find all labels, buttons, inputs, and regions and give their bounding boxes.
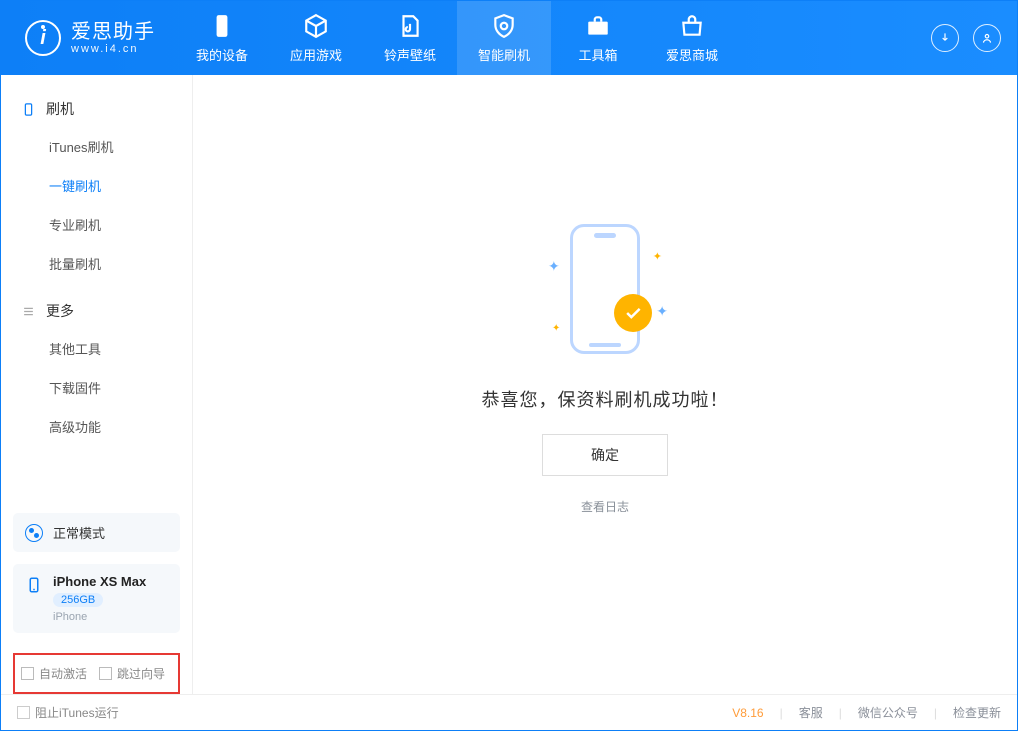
main-content: ✦ ✦ ✦ ✦ 恭喜您，保资料刷机成功啦！ 确定 查看日志 — [193, 75, 1017, 694]
checkbox-skip-guide[interactable]: 跳过向导 — [99, 665, 165, 682]
sidebar-section-more: 更多 — [1, 293, 192, 329]
header-actions — [931, 1, 1017, 75]
tab-toolbox[interactable]: 工具箱 — [551, 1, 645, 75]
section-title: 更多 — [46, 301, 74, 321]
footer-link-support[interactable]: 客服 — [799, 704, 823, 721]
phone-icon — [209, 13, 235, 39]
sparkle-icon: ✦ — [552, 323, 560, 334]
success-message: 恭喜您，保资料刷机成功啦！ — [482, 386, 729, 412]
phone-outline-icon — [25, 576, 43, 594]
version-label: V8.16 — [732, 706, 763, 720]
phone-outline-icon — [570, 224, 640, 354]
tab-store[interactable]: 爱思商城 — [645, 1, 739, 75]
sidebar-items-flash: iTunes刷机 一键刷机 专业刷机 批量刷机 — [1, 127, 192, 293]
checkbox-auto-activate[interactable]: 自动激活 — [21, 665, 87, 682]
shield-refresh-icon — [491, 13, 517, 39]
checkbox-icon — [99, 667, 112, 680]
tab-apps-games[interactable]: 应用游戏 — [269, 1, 363, 75]
checkbox-icon — [17, 706, 30, 719]
sidebar-item-advanced[interactable]: 高级功能 — [1, 407, 192, 446]
sidebar-section-flash: 刷机 — [1, 91, 192, 127]
sparkle-icon: ✦ — [548, 258, 560, 275]
tab-label: 爱思商城 — [666, 45, 718, 64]
sidebar: 刷机 iTunes刷机 一键刷机 专业刷机 批量刷机 更多 其他工具 下载固件 … — [1, 75, 193, 694]
tab-ringtones[interactable]: 铃声壁纸 — [363, 1, 457, 75]
device-name: iPhone XS Max — [53, 574, 146, 589]
menu-lines-icon — [21, 304, 36, 319]
footer-link-update[interactable]: 检查更新 — [953, 704, 1001, 721]
body: 刷机 iTunes刷机 一键刷机 专业刷机 批量刷机 更多 其他工具 下载固件 … — [1, 75, 1017, 694]
device-icon — [21, 102, 36, 117]
checkbox-label: 自动激活 — [39, 665, 87, 682]
mode-label: 正常模式 — [53, 523, 105, 542]
options-highlight: 自动激活 跳过向导 — [13, 653, 180, 694]
tab-label: 铃声壁纸 — [384, 45, 436, 64]
device-type: iPhone — [53, 611, 146, 623]
tab-label: 应用游戏 — [290, 45, 342, 64]
mode-icon — [25, 524, 43, 542]
confirm-button[interactable]: 确定 — [542, 434, 668, 476]
tab-label: 我的设备 — [196, 45, 248, 64]
section-title: 刷机 — [46, 99, 74, 119]
device-capacity: 256GB — [53, 593, 103, 607]
header: i 爱思助手 www.i4.cn 我的设备 应用游戏 铃声壁纸 智能刷机 — [1, 1, 1017, 75]
footer: 阻止iTunes运行 V8.16 | 客服 | 微信公众号 | 检查更新 — [1, 694, 1017, 730]
user-button[interactable] — [973, 24, 1001, 52]
nav-tabs: 我的设备 应用游戏 铃声壁纸 智能刷机 工具箱 爱思商城 — [175, 1, 739, 75]
footer-link-wechat[interactable]: 微信公众号 — [858, 704, 918, 721]
brand-name: 爱思助手 — [71, 21, 155, 43]
logo-icon: i — [25, 20, 61, 56]
sidebar-item-itunes-flash[interactable]: iTunes刷机 — [1, 127, 192, 166]
sparkle-icon: ✦ — [653, 250, 662, 263]
checkbox-block-itunes[interactable]: 阻止iTunes运行 — [17, 704, 119, 721]
tab-flash[interactable]: 智能刷机 — [457, 1, 551, 75]
logo[interactable]: i 爱思助手 www.i4.cn — [1, 1, 175, 75]
sidebar-item-oneclick-flash[interactable]: 一键刷机 — [1, 166, 192, 205]
success-hero: ✦ ✦ ✦ ✦ 恭喜您，保资料刷机成功啦！ 确定 查看日志 — [482, 214, 729, 515]
view-log-link[interactable]: 查看日志 — [581, 498, 629, 515]
sidebar-item-other-tools[interactable]: 其他工具 — [1, 329, 192, 368]
tab-my-device[interactable]: 我的设备 — [175, 1, 269, 75]
sidebar-item-pro-flash[interactable]: 专业刷机 — [1, 205, 192, 244]
mode-card[interactable]: 正常模式 — [13, 513, 180, 552]
cube-icon — [303, 13, 329, 39]
brand-url: www.i4.cn — [71, 43, 155, 55]
checkbox-label: 跳过向导 — [117, 665, 165, 682]
phone-illustration: ✦ ✦ ✦ ✦ — [530, 214, 680, 364]
music-file-icon — [397, 13, 423, 39]
device-card[interactable]: iPhone XS Max 256GB iPhone — [13, 564, 180, 633]
sparkle-icon: ✦ — [656, 303, 668, 320]
tab-label: 智能刷机 — [478, 45, 530, 64]
store-icon — [679, 13, 705, 39]
app-window: i 爱思助手 www.i4.cn 我的设备 应用游戏 铃声壁纸 智能刷机 — [0, 0, 1018, 731]
tab-label: 工具箱 — [578, 45, 617, 64]
sidebar-item-batch-flash[interactable]: 批量刷机 — [1, 244, 192, 283]
checkbox-icon — [21, 667, 34, 680]
sidebar-item-download-firmware[interactable]: 下载固件 — [1, 368, 192, 407]
toolbox-icon — [585, 13, 611, 39]
download-button[interactable] — [931, 24, 959, 52]
sidebar-items-more: 其他工具 下载固件 高级功能 — [1, 329, 192, 456]
checkbox-label: 阻止iTunes运行 — [35, 704, 119, 721]
check-badge-icon — [614, 294, 652, 332]
